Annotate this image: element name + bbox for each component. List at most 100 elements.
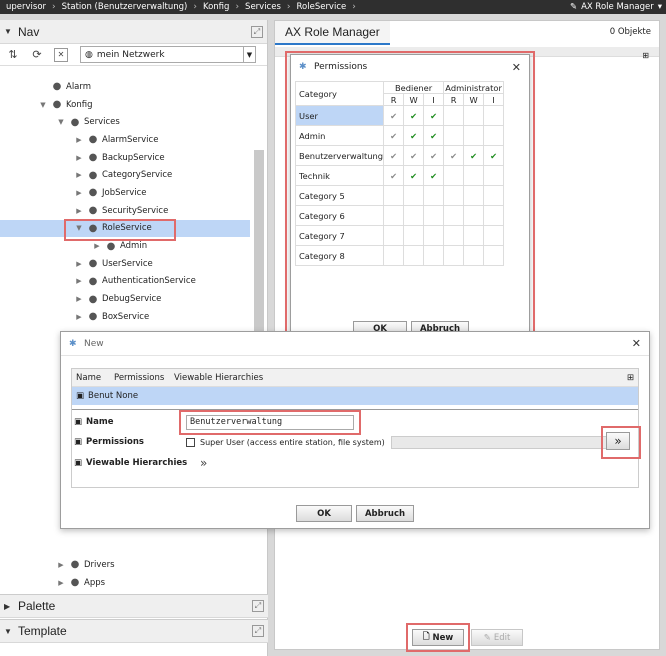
breadcrumb-item[interactable]: RoleService <box>291 2 353 12</box>
super-user-label: Super User (access entire station, file … <box>200 437 385 447</box>
close-icon[interactable]: ✕ <box>632 337 641 350</box>
expand-arrow-icon[interactable]: ▶ <box>74 154 84 162</box>
column-header-name[interactable]: Name <box>72 373 114 383</box>
config-icon: ● <box>52 99 62 111</box>
network-select[interactable]: ◍ mein Netzwerk ▼ <box>80 46 256 63</box>
new-dialog: ✱ New ✕ Name Permissions Viewable Hierar… <box>60 331 650 529</box>
wrench-icon: ✎ <box>569 2 578 12</box>
template-panel-header[interactable]: ▼ Template ⤢ <box>0 619 268 643</box>
tree-item-alarmservice[interactable]: ▶ ● AlarmService <box>0 131 250 149</box>
box-service-icon: ● <box>88 311 98 323</box>
expand-arrow-icon[interactable]: ▶ <box>74 171 84 179</box>
highlight-permissions-edit-button <box>601 426 641 459</box>
job-service-icon: ● <box>88 187 98 199</box>
nav-panel-title: Nav <box>18 24 40 39</box>
expand-panel-icon[interactable]: ⤢ <box>252 600 264 612</box>
collapse-arrow-icon[interactable]: ▼ <box>38 101 48 109</box>
breadcrumb-item[interactable]: Station (Benutzerverwaltung) <box>56 2 194 12</box>
expand-arrow-icon[interactable]: ▶ <box>92 242 102 250</box>
expand-panel-icon[interactable]: ⤢ <box>252 625 264 637</box>
view-selector[interactable]: ✎ AX Role Manager ▾ <box>570 2 666 12</box>
collapse-icon[interactable]: ▼ <box>4 627 12 636</box>
tree-item-alarm[interactable]: ● Alarm <box>0 78 250 96</box>
tree-item-backupservice[interactable]: ▶ ● BackupService <box>0 149 250 167</box>
expand-arrow-icon[interactable]: ▶ <box>56 579 66 587</box>
new-table-header: Name Permissions Viewable Hierarchies ⊞ <box>72 369 638 387</box>
expand-arrow-icon[interactable]: ▶ <box>74 295 84 303</box>
name-field-label: Name <box>86 417 114 427</box>
drivers-icon: ● <box>70 559 80 571</box>
tree-item-authenticationservice[interactable]: ▶ ● AuthenticationService <box>0 273 250 291</box>
column-header-permissions[interactable]: Permissions <box>114 373 174 383</box>
expand-arrow-icon[interactable]: ▶ <box>74 136 84 144</box>
tree-item-label: DebugService <box>102 294 162 305</box>
table-row[interactable]: ▣ Benut None <box>72 387 638 405</box>
tree-item-label: Apps <box>84 577 106 588</box>
services-icon: ● <box>70 116 80 128</box>
expand-arrow-icon[interactable]: ▶ <box>74 277 84 285</box>
tree-item-label: BackupService <box>102 152 165 163</box>
breadcrumb-item[interactable]: Services <box>239 2 287 12</box>
collapse-icon[interactable]: ▼ <box>4 27 12 36</box>
expand-arrow-icon[interactable]: ▶ <box>74 260 84 268</box>
hierarchies-edit-icon[interactable]: » <box>200 456 207 470</box>
nav-tree: ● Alarm ▼ ● Konfig ▼ ● Services ▶ ● AlarmService ▶ ●… <box>0 78 250 326</box>
palette-panel-header[interactable]: ▶ Palette ⤢ <box>0 594 268 618</box>
tree-item-label: AuthenticationService <box>102 276 196 287</box>
expand-icon[interactable]: ▶ <box>4 602 12 611</box>
tree-item-label: AlarmService <box>102 134 159 145</box>
tree-item-categoryservice[interactable]: ▶ ● CategoryService <box>0 166 250 184</box>
tree-item-apps[interactable]: ▶ ● Apps <box>0 574 250 592</box>
nav-panel-header[interactable]: ▼ Nav ⤢ <box>0 20 267 44</box>
new-dialog-titlebar[interactable]: ✱ New ✕ <box>61 332 649 356</box>
backup-service-icon: ● <box>88 152 98 164</box>
new-ok-button[interactable]: OK <box>296 505 352 522</box>
tree-item-jobservice[interactable]: ▶ ● JobService <box>0 184 250 202</box>
expand-panel-icon[interactable]: ⤢ <box>251 25 263 38</box>
view-selector-label: AX Role Manager <box>581 2 654 12</box>
collapse-arrow-icon[interactable]: ▼ <box>56 118 66 126</box>
chevron-down-icon[interactable]: ▼ <box>243 47 255 62</box>
permissions-field-icon: ▣ <box>74 437 83 447</box>
column-chooser-icon[interactable]: ⊞ <box>627 373 634 383</box>
globe-icon: ◍ <box>85 49 93 60</box>
tree-item-userservice[interactable]: ▶ ● UserService <box>0 255 250 273</box>
tree-item-services[interactable]: ▼ ● Services <box>0 113 250 131</box>
hierarchies-field-row: ▣ Viewable Hierarchies » <box>72 452 638 474</box>
tree-item-label: Services <box>84 117 120 128</box>
expand-arrow-icon[interactable]: ▶ <box>74 189 84 197</box>
object-count: 0 Objekte <box>609 27 651 37</box>
refresh-icon[interactable]: ⟳ <box>30 48 44 62</box>
edit-button[interactable]: ✎ Edit <box>471 629 523 646</box>
category-service-icon: ● <box>88 169 98 181</box>
tree-item-debugservice[interactable]: ▶ ● DebugService <box>0 290 250 308</box>
alarm-service-icon: ● <box>88 134 98 146</box>
tree-item-konfig[interactable]: ▼ ● Konfig <box>0 96 250 114</box>
table-row-label: Benut None <box>88 391 139 401</box>
nav-toolbar: ⇅ ⟳ ✕ ◍ mein Netzwerk ▼ <box>0 44 267 66</box>
expand-arrow-icon[interactable]: ▶ <box>74 207 84 215</box>
tree-item-securityservice[interactable]: ▶ ● SecurityService <box>0 202 250 220</box>
column-chooser-icon[interactable]: ⊞ <box>642 51 649 60</box>
breadcrumb-item[interactable]: Konfig <box>197 2 236 12</box>
new-cancel-button[interactable]: Abbruch <box>356 505 414 522</box>
tree-item-label: Alarm <box>66 81 92 92</box>
new-dialog-icon: ✱ <box>69 338 77 349</box>
tree-item-boxservice[interactable]: ▶ ● BoxService <box>0 308 250 326</box>
edit-button-label: Edit <box>493 632 511 643</box>
sync-icon[interactable]: ⇅ <box>6 48 20 62</box>
hierarchies-field-icon: ▣ <box>74 458 83 468</box>
network-select-value: mein Netzwerk <box>96 49 165 60</box>
tree-item-drivers[interactable]: ▶ ● Drivers <box>0 556 250 574</box>
role-manager-tab[interactable]: AX Role Manager <box>275 21 390 45</box>
debug-service-icon: ● <box>88 293 98 305</box>
expand-arrow-icon[interactable]: ▶ <box>74 313 84 321</box>
expand-arrow-icon[interactable]: ▶ <box>56 561 66 569</box>
palette-panel-title: Palette <box>18 599 56 613</box>
tree-item-label: Drivers <box>84 559 115 570</box>
permissions-summary-field <box>390 435 607 449</box>
column-header-hierarchies[interactable]: Viewable Hierarchies <box>174 373 263 383</box>
breadcrumb-item[interactable]: upervisor <box>0 2 52 12</box>
close-icon[interactable]: ✕ <box>54 47 68 62</box>
super-user-checkbox[interactable] <box>186 437 196 447</box>
